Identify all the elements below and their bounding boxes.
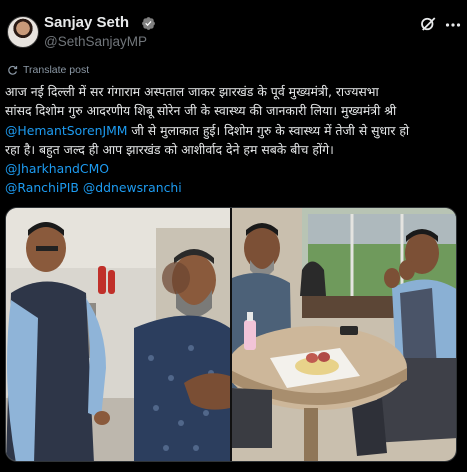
mention-hemantsorenjmm[interactable]: @HemantSorenJMM xyxy=(5,123,127,138)
grok-icon[interactable] xyxy=(419,15,437,33)
avatar[interactable] xyxy=(7,16,39,48)
more-options-icon[interactable] xyxy=(445,22,461,28)
post-header: Sanjay Seth @SethSanjayMP xyxy=(0,0,467,60)
translate-label: Translate post xyxy=(23,64,90,76)
tweet-line-3: @HemantSorenJMM जी से मुलाकात हुई। दिशोम… xyxy=(5,121,463,140)
mention-jharkhandcmo[interactable]: @JharkhandCMO xyxy=(5,161,109,176)
verified-badge-icon xyxy=(142,17,155,30)
mention-ranchipib[interactable]: @RanchiPIB xyxy=(5,180,79,195)
tweet-line-3-text: जी से मुलाकात हुई। दिशोम गुरु के स्वास्थ… xyxy=(127,122,410,138)
tweet-text: आज नई दिल्ली में सर गंगाराम अस्पताल जाकर… xyxy=(5,82,463,198)
tweet-line-5: @JharkhandCMO xyxy=(5,159,463,178)
photo-hospital-room-meeting[interactable] xyxy=(232,208,456,461)
translate-post-link[interactable]: Translate post xyxy=(7,63,89,77)
author-name[interactable]: Sanjay Seth xyxy=(44,14,129,31)
translate-icon xyxy=(8,65,18,75)
tweet-line-2: सांसद दिशोम गुरु आदरणीय शिबू सोरेन जी के… xyxy=(5,103,397,119)
tweet-line-6: @RanchiPIB @ddnewsranchi xyxy=(5,178,463,197)
tweet-line-1: आज नई दिल्ली में सर गंगाराम अस्पताल जाकर… xyxy=(5,84,379,99)
author-handle[interactable]: @SethSanjayMP xyxy=(44,34,147,49)
media-grid xyxy=(5,207,457,462)
photo-hospital-corridor-meeting[interactable] xyxy=(6,208,230,461)
tweet-line-4: रहा है। बहुत जल्द ही आप झारखंड को आशीर्व… xyxy=(5,141,334,157)
mention-ddnewsranchi[interactable]: @ddnewsranchi xyxy=(83,180,182,195)
